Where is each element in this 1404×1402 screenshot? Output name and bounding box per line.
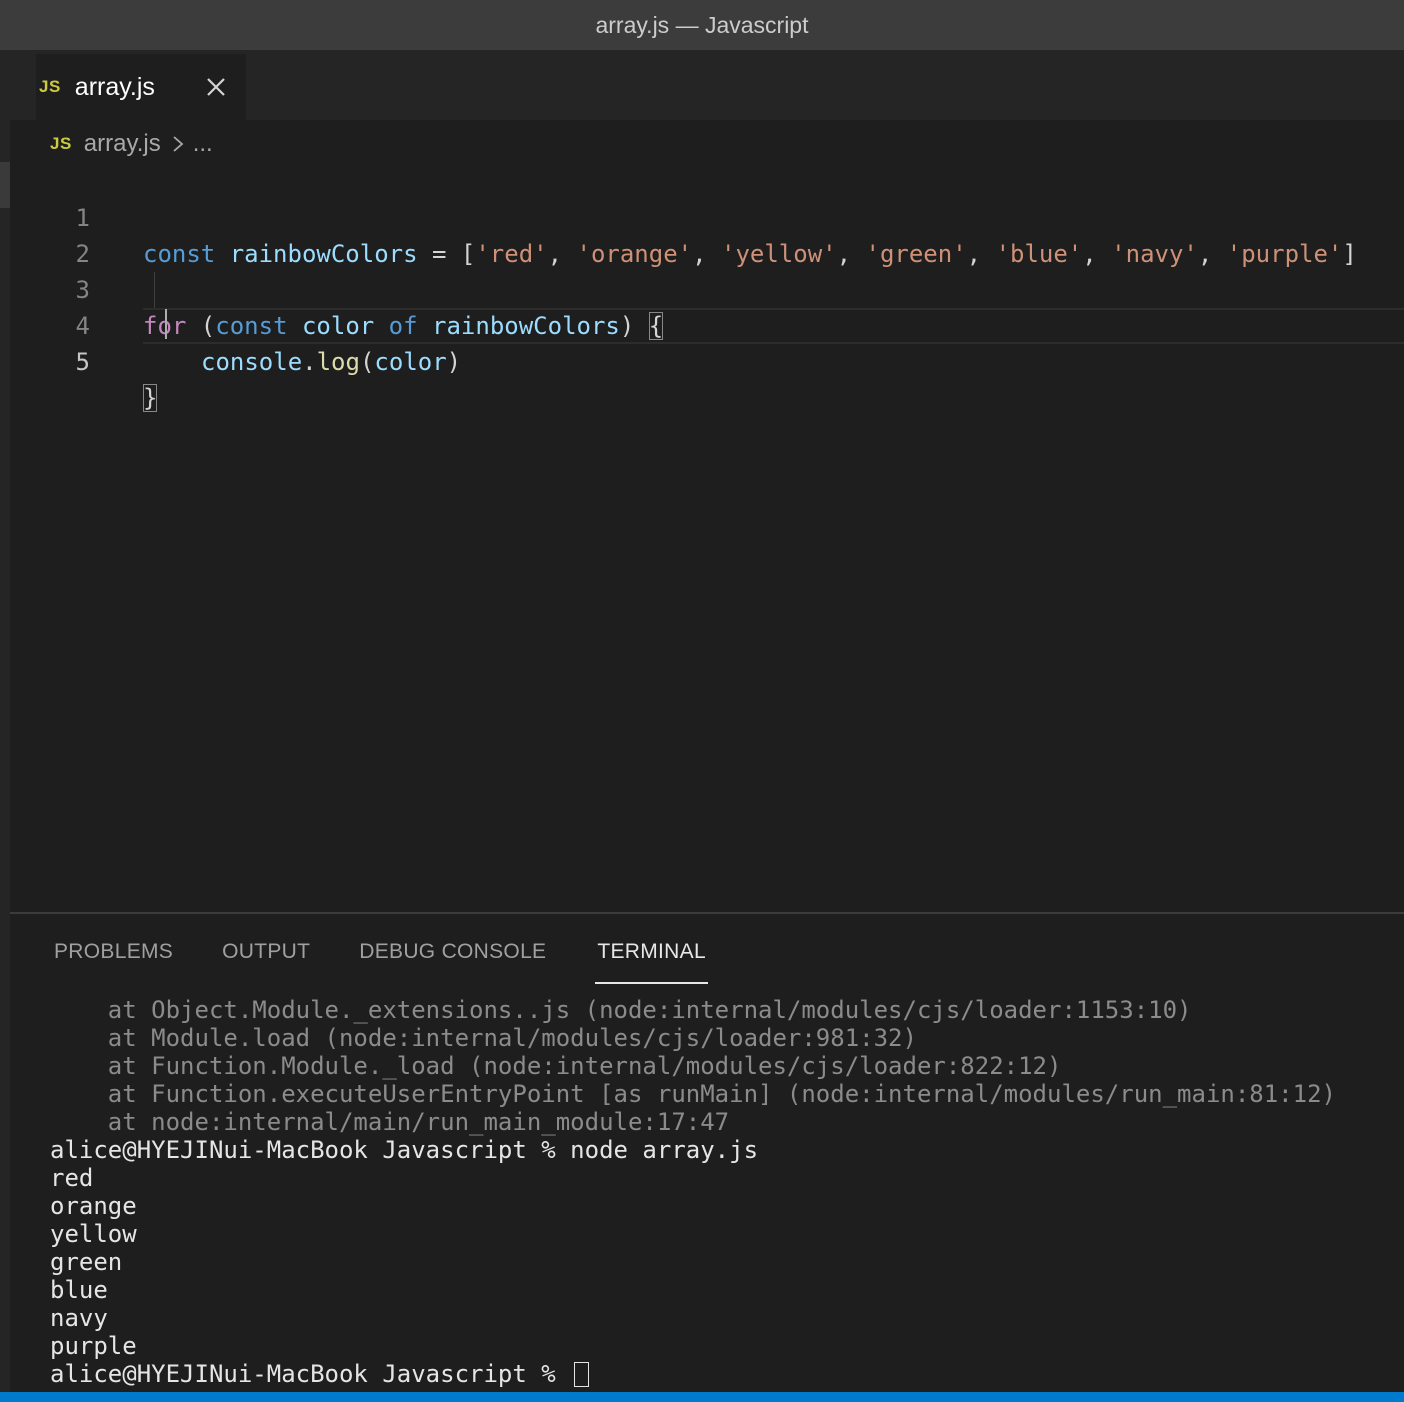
output-line: red bbox=[50, 1164, 94, 1192]
text-cursor bbox=[165, 309, 167, 339]
output-line: navy bbox=[50, 1304, 108, 1332]
chevron-right-icon bbox=[173, 136, 184, 152]
tab-debug-console[interactable]: DEBUG CONSOLE bbox=[359, 934, 546, 984]
prompt-text: alice@HYEJINui-MacBook Javascript % bbox=[50, 1360, 571, 1388]
tab-problems[interactable]: PROBLEMS bbox=[54, 934, 173, 984]
window-title: array.js — Javascript bbox=[0, 0, 1404, 50]
command-line: alice@HYEJINui-MacBook Javascript % node… bbox=[50, 1136, 759, 1164]
output-line: orange bbox=[50, 1192, 137, 1220]
code-line: 3 for (const color of rainbowColors) { bbox=[10, 236, 1404, 340]
close-icon[interactable] bbox=[202, 73, 230, 101]
line-number: 5 bbox=[75, 348, 90, 376]
output-line: blue bbox=[50, 1276, 108, 1304]
stack-trace-line: at Function.Module._load (node:internal/… bbox=[50, 1052, 1062, 1080]
stack-trace-line: at Module.load (node:internal/modules/cj… bbox=[50, 1024, 917, 1052]
tab-label: array.js bbox=[74, 72, 155, 101]
code-line: 5 } bbox=[10, 308, 1404, 412]
code-line: 4 console.log(color) bbox=[10, 272, 1404, 376]
tab-output[interactable]: OUTPUT bbox=[222, 934, 310, 984]
output-line: yellow bbox=[50, 1220, 137, 1248]
terminal-cursor bbox=[574, 1362, 590, 1387]
bottom-panel: PROBLEMS OUTPUT DEBUG CONSOLE TERMINAL a… bbox=[10, 912, 1404, 1394]
output-line: green bbox=[50, 1248, 123, 1276]
stack-trace-line: at node:internal/main/run_main_module:17… bbox=[50, 1108, 730, 1136]
activity-edge-marker bbox=[0, 162, 10, 208]
code-line: 1 const rainbowColors = ['red', 'orange'… bbox=[10, 164, 1404, 268]
code-text: } bbox=[143, 380, 158, 416]
breadcrumb-symbols[interactable]: ... bbox=[193, 130, 213, 158]
stack-trace-line: at Object.Module._extensions..js (node:i… bbox=[50, 996, 1192, 1024]
code-text: console.log(color) bbox=[201, 348, 462, 376]
editor-tab-bar: JS array.js bbox=[10, 50, 1404, 120]
tab-array-js[interactable]: JS array.js bbox=[36, 54, 246, 120]
code-line: 2 bbox=[10, 200, 1404, 268]
terminal-output[interactable]: at Object.Module._extensions..js (node:i… bbox=[50, 996, 1390, 1388]
status-bar bbox=[0, 1392, 1404, 1402]
prompt-line[interactable]: alice@HYEJINui-MacBook Javascript % bbox=[50, 1360, 1390, 1388]
code-editor[interactable]: 1 const rainbowColors = ['red', 'orange'… bbox=[10, 162, 1404, 912]
tab-terminal[interactable]: TERMINAL bbox=[595, 934, 708, 984]
breadcrumb-file[interactable]: array.js bbox=[84, 130, 161, 158]
panel-tabs: PROBLEMS OUTPUT DEBUG CONSOLE TERMINAL bbox=[54, 934, 757, 984]
matching-bracket: } bbox=[143, 384, 158, 412]
javascript-file-icon: JS bbox=[50, 134, 72, 153]
breadcrumb: JS array.js ... bbox=[50, 126, 213, 162]
activity-edge bbox=[0, 50, 10, 1392]
output-line: purple bbox=[50, 1332, 137, 1360]
javascript-file-icon: JS bbox=[39, 77, 61, 96]
stack-trace-line: at Function.executeUserEntryPoint [as ru… bbox=[50, 1080, 1336, 1108]
